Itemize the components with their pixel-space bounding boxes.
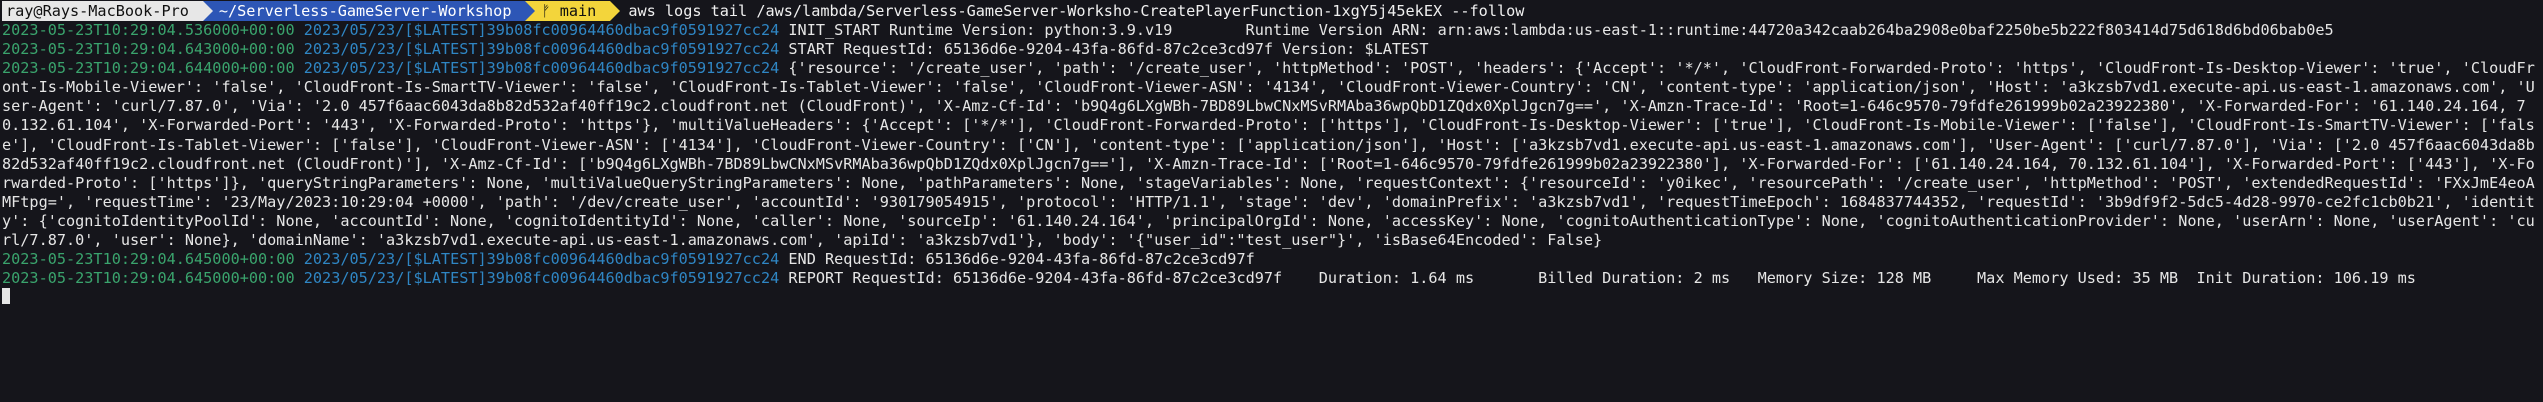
log-timestamp: 2023-05-23T10:29:04.645000+00:00 [2,269,295,288]
shell-prompt: ray@Rays-MacBook-Pro ~/Serverless-GameSe… [2,1,2541,21]
cursor-line [2,288,2541,307]
log-stream-name: 2023/05/23/[$LATEST]39b08fc00964460dbac9… [303,40,780,59]
log-message: REPORT RequestId: 65136d6e-9204-43fa-86f… [788,269,2416,288]
shell-command: aws logs tail /aws/lambda/Serverless-Gam… [628,2,1525,20]
log-entry: 2023-05-23T10:29:04.645000+00:00 2023/05… [2,250,2541,269]
prompt-git-branch: main [559,2,597,20]
log-message: END RequestId: 65136d6e-9204-43fa-86fd-8… [788,250,1255,269]
log-entry: 2023-05-23T10:29:04.644000+00:00 2023/05… [2,59,2541,250]
terminal-window[interactable]: ray@Rays-MacBook-Pro ~/Serverless-GameSe… [0,0,2543,402]
log-stream-name: 2023/05/23/[$LATEST]39b08fc00964460dbac9… [303,250,780,269]
log-message: START RequestId: 65136d6e-9204-43fa-86fd… [788,40,1429,59]
log-timestamp: 2023-05-23T10:29:04.643000+00:00 [2,40,295,59]
log-stream-name: 2023/05/23/[$LATEST]39b08fc00964460dbac9… [303,269,780,288]
log-timestamp: 2023-05-23T10:29:04.645000+00:00 [2,250,295,269]
terminal-cursor [2,288,10,305]
log-stream-name: 2023/05/23/[$LATEST]39b08fc00964460dbac9… [303,21,780,39]
git-branch-icon: ᚠ [541,2,560,20]
log-stream-name: 2023/05/23/[$LATEST]39b08fc00964460dbac9… [303,59,780,78]
prompt-git-segment: ᚠ main [525,1,621,21]
prompt-user-host: ray@Rays-MacBook-Pro [2,1,213,21]
log-message: {'resource': '/create_user', 'path': '/c… [2,59,2535,250]
prompt-directory: ~/Serverless-GameServer-Workshop [202,1,536,21]
log-entry: 2023-05-23T10:29:04.645000+00:00 2023/05… [2,269,2541,288]
log-timestamp: 2023-05-23T10:29:04.644000+00:00 [2,59,295,78]
log-entry: 2023-05-23T10:29:04.536000+00:00 2023/05… [2,21,2541,40]
log-output: 2023-05-23T10:29:04.536000+00:00 2023/05… [2,21,2541,288]
log-timestamp: 2023-05-23T10:29:04.536000+00:00 [2,21,295,39]
log-message: INIT_START Runtime Version: python:3.9.v… [788,21,2334,39]
log-entry: 2023-05-23T10:29:04.643000+00:00 2023/05… [2,40,2541,59]
